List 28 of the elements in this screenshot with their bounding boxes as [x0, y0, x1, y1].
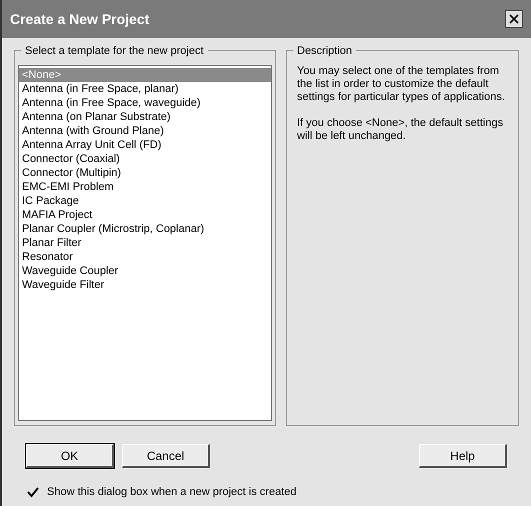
template-item[interactable]: Waveguide Filter — [19, 278, 271, 292]
group-label: Description — [293, 43, 356, 60]
template-item[interactable]: EMC-EMI Problem — [19, 180, 271, 194]
template-item[interactable]: Resonator — [19, 250, 271, 264]
close-icon — [509, 14, 519, 24]
template-item[interactable]: Antenna (on Planar Substrate) — [19, 110, 271, 124]
template-item[interactable]: Planar Coupler (Microstrip, Coplanar) — [19, 222, 271, 236]
window-title: Create a New Project — [10, 10, 150, 29]
dialog-button[interactable]: Help — [419, 444, 507, 468]
template-item[interactable]: Planar Filter — [19, 236, 271, 250]
template-item[interactable]: Connector (Coaxial) — [19, 152, 271, 166]
group-label: Select a template for the new project — [21, 43, 208, 60]
template-item[interactable]: Antenna (in Free Space, waveguide) — [19, 96, 271, 110]
checkbox[interactable] — [26, 486, 39, 499]
check-icon — [26, 486, 38, 498]
description-text: If you choose <None>, the default settings will be left unchanged. — [297, 117, 504, 143]
description-text: You may select one of the templates from the list in order to customize the default settings for particular types of applications. — [297, 65, 506, 104]
template-item[interactable]: Antenna (with Ground Plane) — [19, 124, 271, 138]
template-item[interactable]: Antenna (in Free Space, planar) — [19, 82, 271, 96]
checkbox-label: Show this dialog box when a new project is created — [47, 485, 296, 500]
template-item[interactable]: MAFIA Project — [19, 208, 271, 222]
template-item[interactable]: Waveguide Coupler — [19, 264, 271, 278]
template-item[interactable]: Connector (Multipin) — [19, 166, 271, 180]
template-item[interactable]: Antenna Array Unit Cell (FD) — [19, 138, 271, 152]
dialog-button[interactable]: OK — [26, 444, 114, 468]
dialog-button[interactable]: Cancel — [122, 444, 210, 468]
close-button[interactable] — [505, 10, 523, 28]
template-item[interactable]: IC Package — [19, 194, 271, 208]
